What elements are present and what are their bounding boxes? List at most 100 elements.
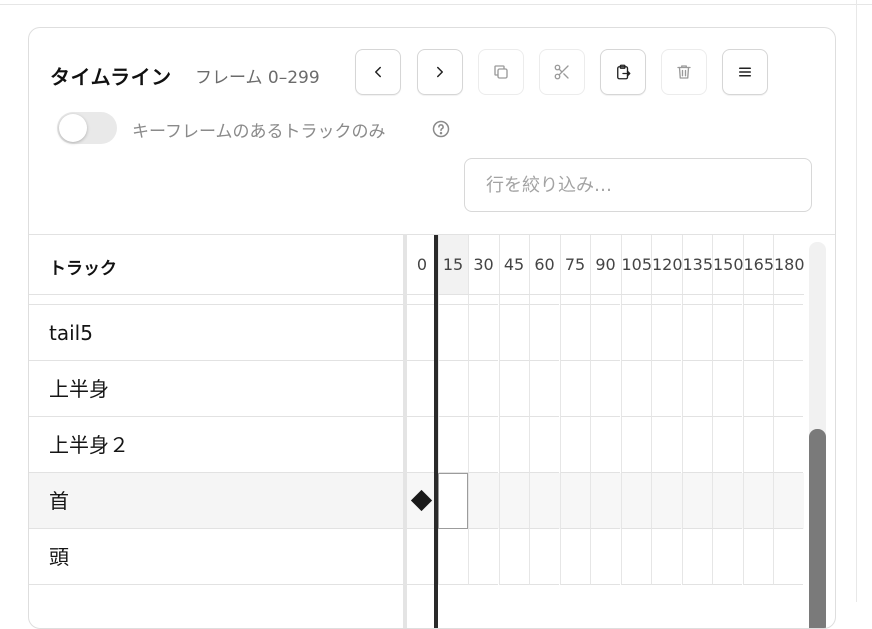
menu-button[interactable] xyxy=(722,49,768,95)
selected-cell[interactable] xyxy=(437,473,468,529)
grid-cell[interactable] xyxy=(498,361,529,417)
grid-cell[interactable] xyxy=(651,529,681,585)
grid-cell[interactable] xyxy=(620,473,651,529)
grid-cell[interactable] xyxy=(803,529,804,585)
grid-cell[interactable] xyxy=(712,361,742,417)
ruler-tick[interactable]: 30 xyxy=(468,235,498,294)
grid-cell[interactable] xyxy=(773,529,803,585)
grid-cell[interactable] xyxy=(529,473,559,529)
ruler-tick[interactable]: 150 xyxy=(712,235,744,294)
grid-cell[interactable] xyxy=(437,305,468,361)
grid-cell[interactable] xyxy=(468,473,498,529)
grid-cell[interactable] xyxy=(590,417,620,473)
grid-cell[interactable] xyxy=(529,417,559,473)
copy-button[interactable] xyxy=(478,49,524,95)
grid-cell[interactable] xyxy=(620,361,651,417)
grid-cell[interactable] xyxy=(651,361,681,417)
ruler-tick[interactable]: 0 xyxy=(407,235,437,294)
grid-cell[interactable] xyxy=(742,473,773,529)
playhead[interactable] xyxy=(434,235,438,628)
grid-cell[interactable] xyxy=(712,529,742,585)
grid-cell[interactable] xyxy=(681,529,712,585)
track-row[interactable]: 首 xyxy=(29,473,403,529)
vertical-scrollbar-thumb[interactable] xyxy=(809,429,826,628)
grid-cell[interactable] xyxy=(468,361,498,417)
grid-cell[interactable] xyxy=(498,473,529,529)
grid-cell[interactable] xyxy=(437,361,468,417)
delete-button[interactable] xyxy=(661,49,707,95)
keyframe-only-toggle[interactable] xyxy=(57,112,117,144)
grid-cell[interactable] xyxy=(468,305,498,361)
grid-cell[interactable] xyxy=(559,529,590,585)
grid-cell[interactable] xyxy=(407,361,437,417)
grid-cell[interactable] xyxy=(712,473,742,529)
grid-cell[interactable] xyxy=(803,473,804,529)
frame-ruler[interactable]: 0 15 30 45 60 75 90 105 120 135 150 165 180 xyxy=(407,235,804,294)
grid-cell[interactable] xyxy=(651,305,681,361)
grid-cell[interactable] xyxy=(651,473,681,529)
grid-cell[interactable] xyxy=(651,417,681,473)
grid-cell[interactable] xyxy=(620,305,651,361)
ruler-tick[interactable]: 15 xyxy=(437,235,468,294)
grid-cell[interactable] xyxy=(773,305,803,361)
grid-cell[interactable] xyxy=(498,417,529,473)
ruler-tick[interactable]: 135 xyxy=(681,235,713,294)
ruler-tick[interactable]: 105 xyxy=(620,235,652,294)
grid-cell[interactable] xyxy=(803,417,804,473)
grid-cell[interactable] xyxy=(803,305,804,361)
grid-cell[interactable] xyxy=(712,417,742,473)
grid-cell[interactable] xyxy=(681,417,712,473)
grid-cell[interactable] xyxy=(742,529,773,585)
grid-cell[interactable] xyxy=(742,417,773,473)
grid-cell[interactable] xyxy=(681,361,712,417)
paste-button[interactable] xyxy=(600,49,646,95)
grid-cell[interactable] xyxy=(498,305,529,361)
ruler-tick[interactable]: 75 xyxy=(559,235,590,294)
track-row[interactable]: 上半身 xyxy=(29,361,403,417)
grid-cell[interactable] xyxy=(498,529,529,585)
grid-cell[interactable] xyxy=(559,361,590,417)
grid-cell[interactable] xyxy=(559,473,590,529)
grid-cell[interactable] xyxy=(529,305,559,361)
grid-cell[interactable] xyxy=(468,529,498,585)
ruler-tick[interactable]: 180 xyxy=(773,235,804,294)
grid-cell[interactable] xyxy=(803,361,804,417)
grid-cell[interactable] xyxy=(590,529,620,585)
grid-cell[interactable] xyxy=(437,529,468,585)
ruler-tick[interactable]: 120 xyxy=(651,235,683,294)
grid-cell[interactable] xyxy=(590,361,620,417)
grid-cell[interactable] xyxy=(590,305,620,361)
grid-cell[interactable] xyxy=(773,417,803,473)
grid-cell[interactable] xyxy=(559,417,590,473)
grid-cell[interactable] xyxy=(559,305,590,361)
grid-cell[interactable] xyxy=(773,361,803,417)
ruler-tick[interactable]: 165 xyxy=(742,235,774,294)
row-filter-input[interactable] xyxy=(464,158,812,212)
keyframe-grid[interactable] xyxy=(407,295,804,628)
prev-keyframe-button[interactable] xyxy=(355,49,401,95)
help-icon[interactable] xyxy=(431,119,451,139)
column-divider[interactable] xyxy=(403,234,407,628)
grid-cell[interactable] xyxy=(681,473,712,529)
grid-cell[interactable] xyxy=(681,305,712,361)
grid-cell[interactable] xyxy=(773,473,803,529)
ruler-tick[interactable]: 45 xyxy=(498,235,529,294)
next-keyframe-button[interactable] xyxy=(417,49,463,95)
grid-cell[interactable] xyxy=(620,529,651,585)
track-row[interactable]: 上半身２ xyxy=(29,417,403,473)
ruler-tick[interactable]: 60 xyxy=(529,235,559,294)
grid-cell[interactable] xyxy=(712,305,742,361)
grid-cell[interactable] xyxy=(437,417,468,473)
grid-cell[interactable] xyxy=(407,417,437,473)
grid-cell[interactable] xyxy=(742,361,773,417)
grid-cell[interactable] xyxy=(590,473,620,529)
grid-cell[interactable] xyxy=(742,305,773,361)
grid-cell[interactable] xyxy=(468,417,498,473)
grid-cell[interactable] xyxy=(620,417,651,473)
track-row[interactable]: 頭 xyxy=(29,529,403,585)
track-row[interactable]: tail5 xyxy=(29,305,403,361)
grid-cell[interactable] xyxy=(529,361,559,417)
grid-cell[interactable] xyxy=(407,305,437,361)
grid-cell[interactable] xyxy=(407,529,437,585)
ruler-tick[interactable]: 90 xyxy=(590,235,620,294)
